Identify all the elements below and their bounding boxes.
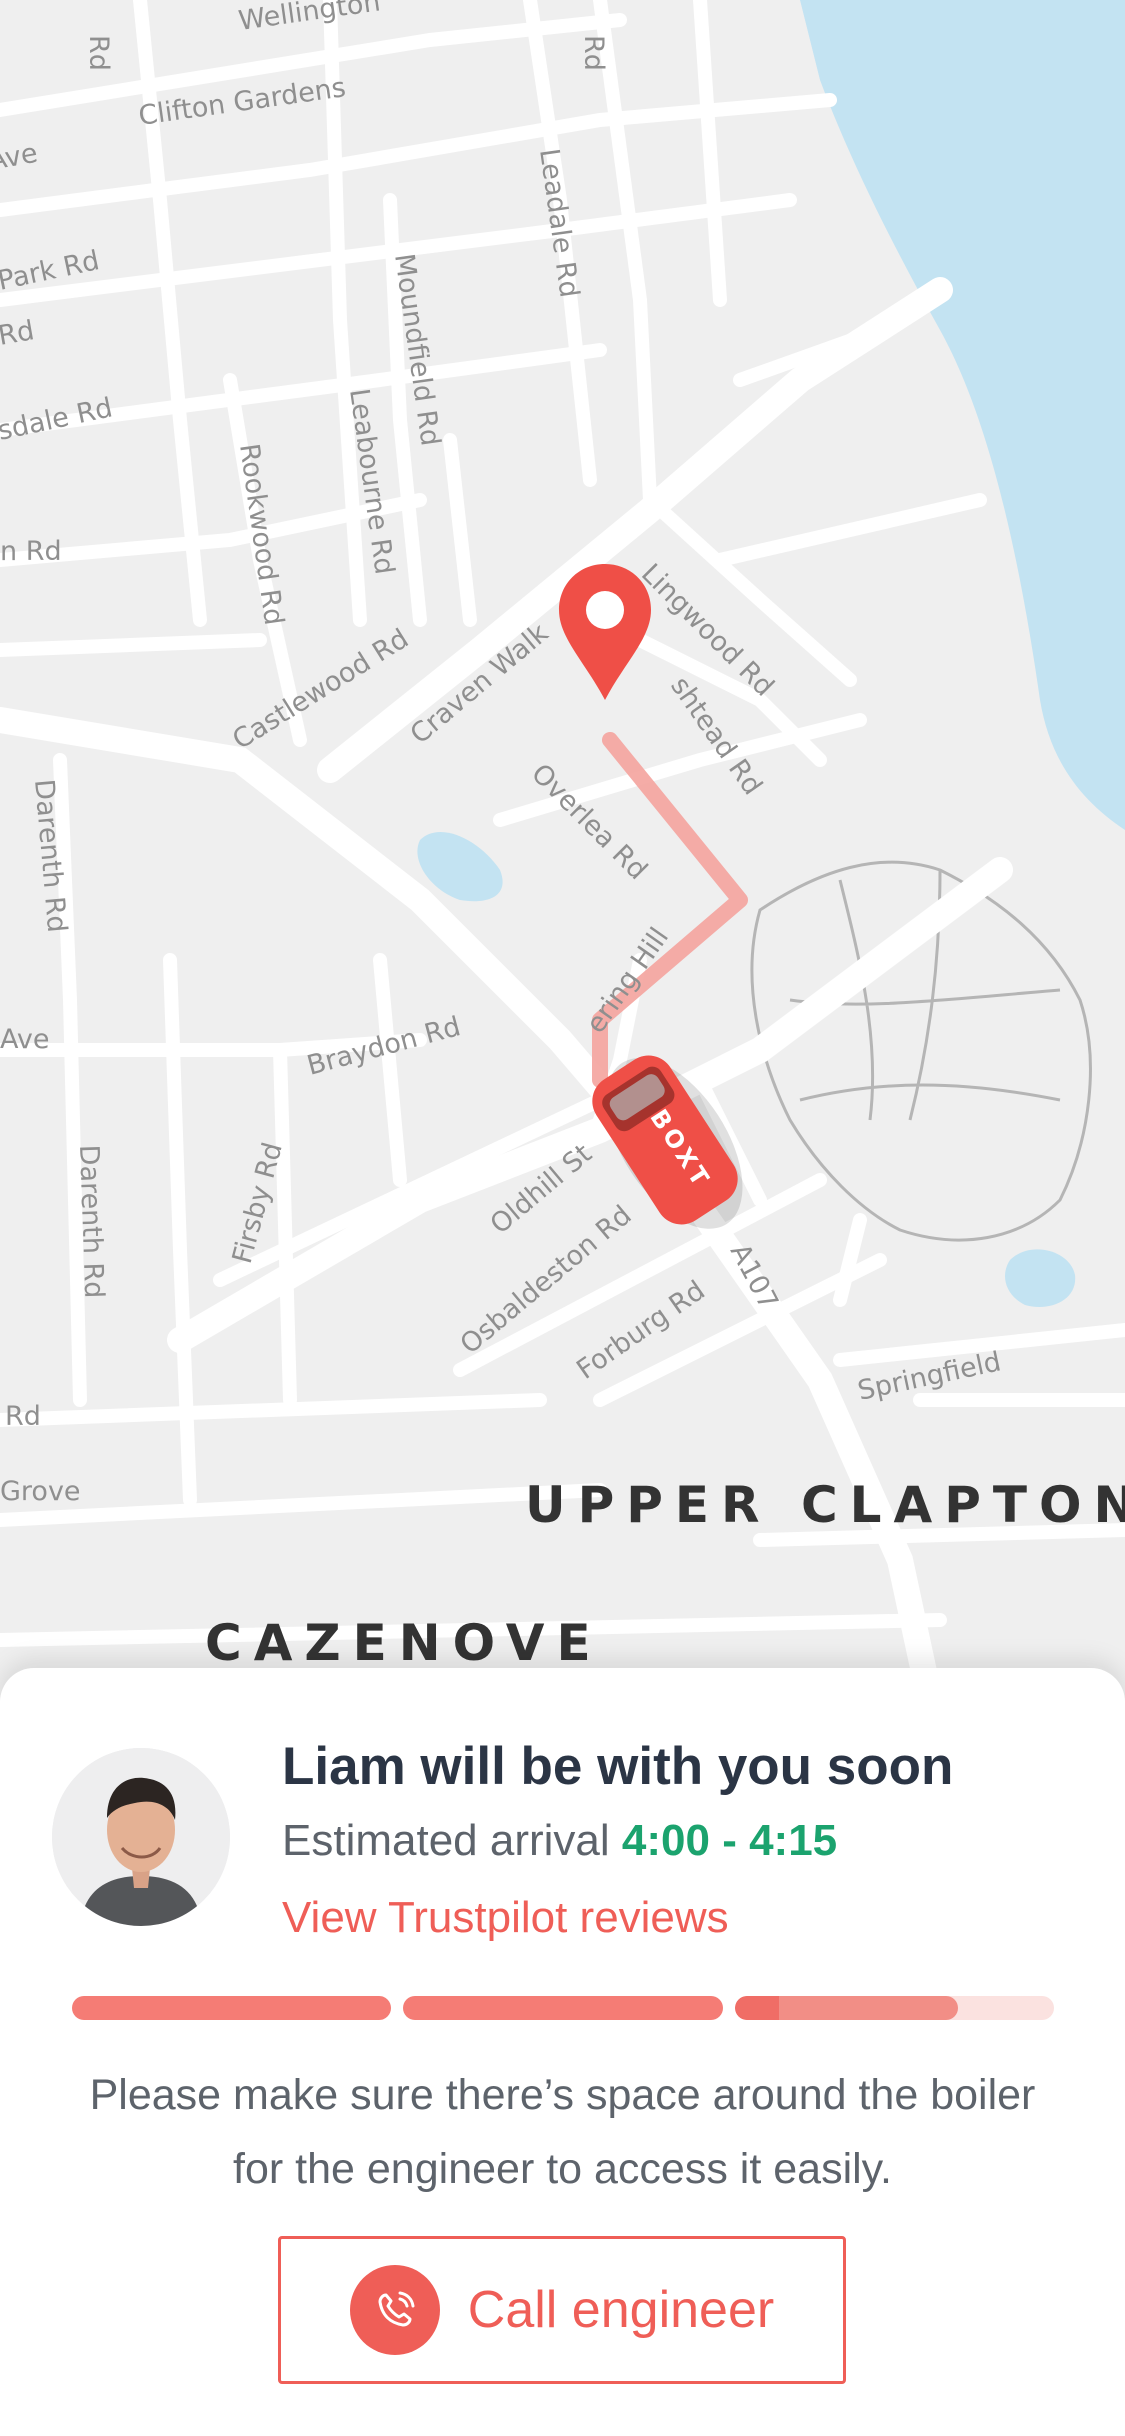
engineer-status-title: Liam will be with you soon — [282, 1737, 954, 1796]
engineer-avatar — [52, 1748, 230, 1926]
trustpilot-reviews-link[interactable]: View Trustpilot reviews — [282, 1893, 729, 1943]
pond — [417, 831, 503, 902]
bottom-sheet: Liam will be with you soon Estimated arr… — [0, 1668, 1125, 2436]
arrival-progress-bar — [72, 1996, 1054, 2020]
road-label: Rd — [83, 35, 114, 71]
road-label: Grove — [0, 1476, 81, 1507]
road-label: Rd — [0, 315, 37, 352]
road-label: Wellington — [237, 0, 383, 37]
eta-label: Estimated arrival — [282, 1816, 610, 1865]
area-label-upper-clapton: UPPER CLAPTON — [525, 1476, 1125, 1534]
progress-segment-1 — [72, 1996, 392, 2020]
engineer-access-note: Please make sure there’s space around th… — [89, 2071, 1036, 2193]
progress-segment-2 — [403, 1996, 723, 2020]
road-label: Darenth Rd — [73, 1144, 109, 1299]
road-label: sdale Rd — [0, 392, 115, 447]
area-label-cazenove: CAZENOVE — [205, 1614, 603, 1672]
person-photo — [52, 1748, 230, 1926]
river — [800, 0, 1125, 830]
road-label: n Rd — [0, 536, 62, 567]
eta-time: 4:00 - 4:15 — [621, 1816, 838, 1865]
road-label: Ave — [0, 138, 40, 177]
destination-pin — [559, 564, 651, 700]
progress-segment-head — [734, 1996, 779, 2020]
road-label: Forburg Rd — [571, 1275, 711, 1386]
map-canvas: BOXT WellingtonClifton GardensAvePark Rd… — [0, 0, 1125, 1700]
phone-icon — [349, 2265, 440, 2355]
pond-2 — [1005, 1249, 1076, 1307]
estimated-arrival: Estimated arrival 4:00 - 4:15 — [282, 1816, 837, 1866]
road-label: Rd — [5, 1401, 41, 1432]
road-label: Rd — [578, 35, 609, 71]
progress-segment-3 — [734, 1996, 1054, 2020]
map-view[interactable]: BOXT Wellington Clifton Gardens Ave Park Rd… — [0, 0, 1125, 1700]
call-engineer-label: Call engineer — [467, 2281, 775, 2339]
call-engineer-button[interactable]: Call engineer — [278, 2236, 846, 2384]
road-label: Ave — [0, 1024, 49, 1055]
